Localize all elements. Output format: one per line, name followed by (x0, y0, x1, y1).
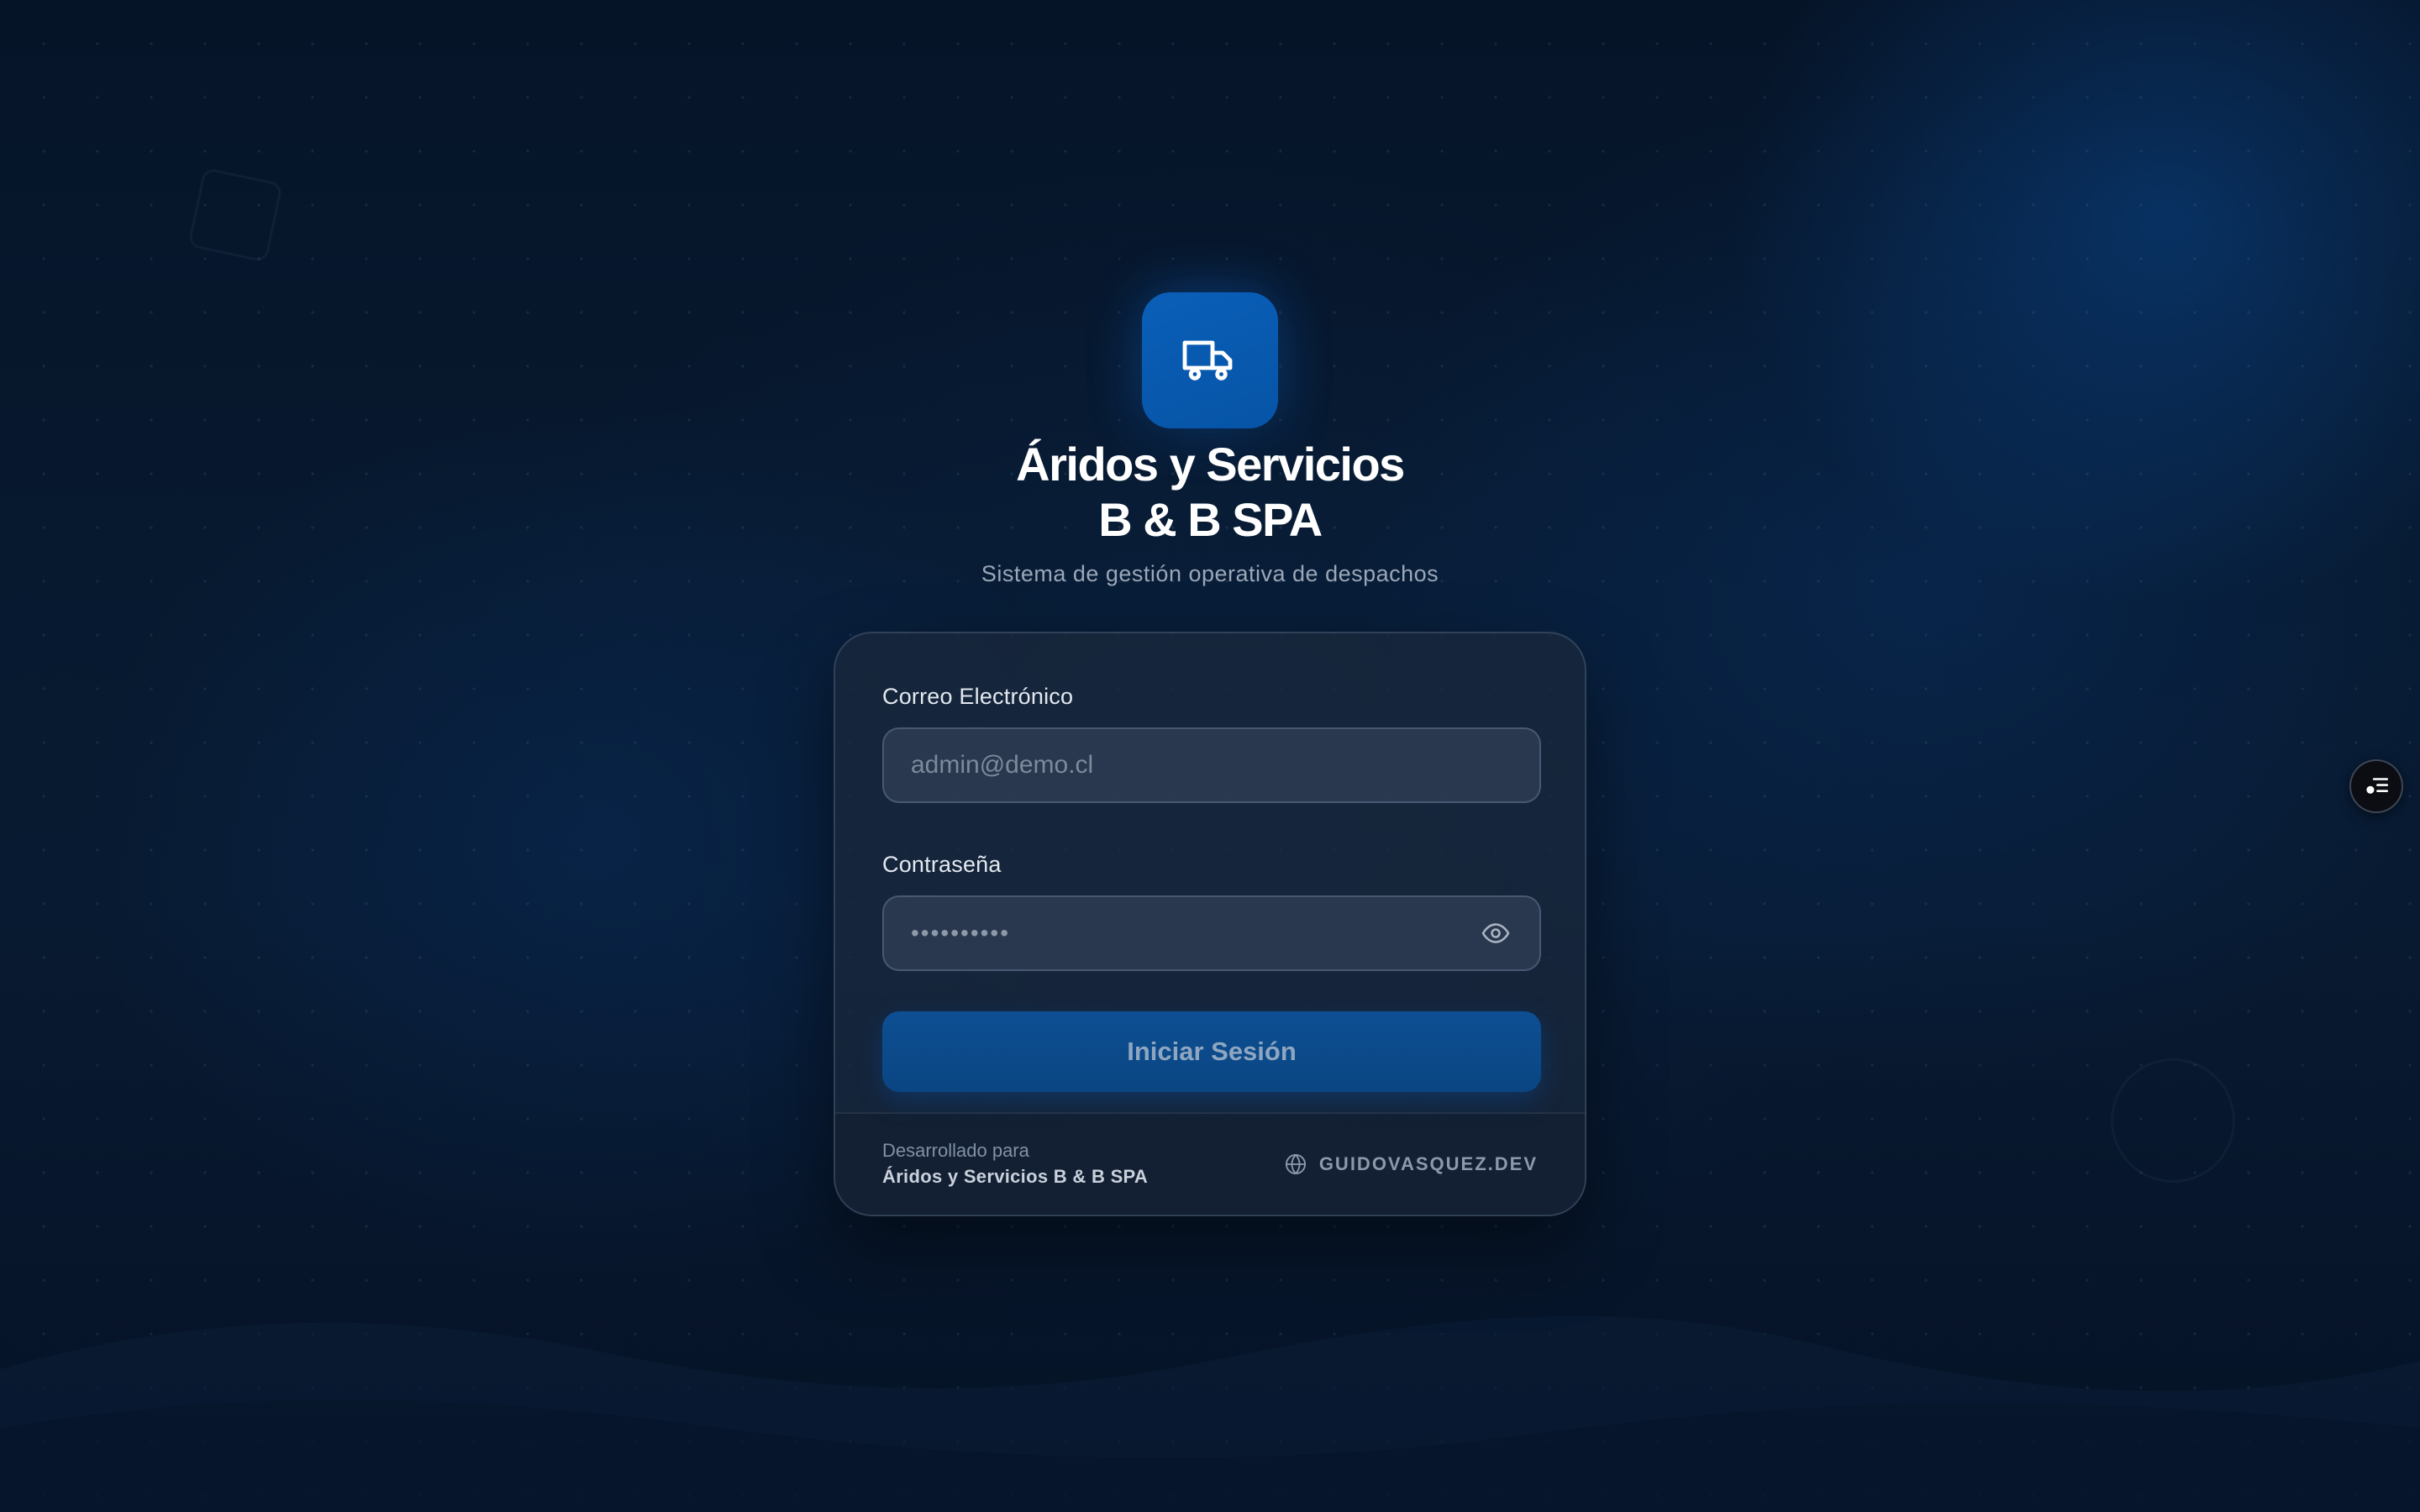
truck-icon (1182, 340, 1233, 381)
email-field-wrapper (882, 727, 1541, 803)
login-button[interactable]: Iniciar Sesión (882, 1011, 1541, 1092)
card-footer: Desarrollado para Áridos y Servicios B &… (835, 1112, 1585, 1215)
app-subtitle: Sistema de gestión operativa de despacho… (981, 561, 1439, 586)
background-waves (0, 1315, 2420, 1512)
company-name: Áridos y Servicios B & B SPA (882, 1166, 1149, 1187)
app-title-line2: B & B SPA (1098, 493, 1323, 546)
login-card: Correo Electrónico Contraseña ••••••••••… (834, 632, 1586, 1216)
website-label: GUIDOVASQUEZ.DEV (1318, 1153, 1538, 1174)
eye-icon[interactable] (1479, 916, 1512, 950)
email-label: Correo Electrónico (882, 684, 1074, 709)
app-title: Áridos y Servicios B & B SPA (1016, 437, 1405, 548)
brand-header: Áridos y Servicios B & B SPA Sistema de … (0, 292, 2420, 587)
globe-icon (1285, 1153, 1306, 1175)
decorative-square (187, 167, 283, 263)
logo-badge (1142, 292, 1278, 428)
developer-credit: Desarrollado para Áridos y Servicios B &… (882, 1138, 1148, 1190)
decorative-circle (2111, 1058, 2235, 1183)
menu-list-icon (2366, 778, 2389, 794)
login-form: Correo Electrónico Contraseña ••••••••••… (835, 633, 1585, 1092)
email-field[interactable] (911, 751, 1512, 780)
floating-widget-button[interactable] (2349, 759, 2403, 813)
developed-for-label: Desarrollado para (882, 1140, 1029, 1161)
app-title-line1: Áridos y Servicios (1016, 438, 1405, 491)
password-field[interactable]: •••••••••• (882, 895, 1541, 971)
password-mask: •••••••••• (911, 920, 1011, 946)
password-label: Contraseña (882, 852, 1002, 877)
website-link[interactable]: GUIDOVASQUEZ.DEV (1284, 1152, 1538, 1176)
